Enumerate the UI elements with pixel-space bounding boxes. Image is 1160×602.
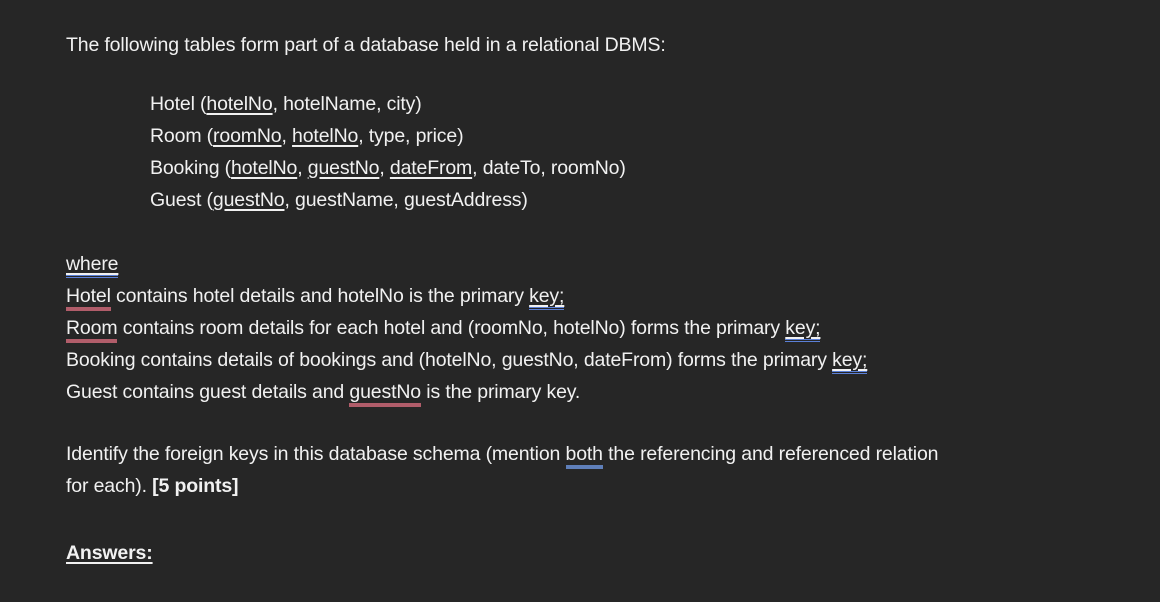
separator: , xyxy=(405,125,416,147)
intro-text: The following tables form part of a data… xyxy=(66,34,666,56)
attribute: hotelName xyxy=(283,93,377,115)
schema-hotel: Hotel (hotelNo, hotelName, city) xyxy=(150,92,422,116)
where-label: where xyxy=(66,252,119,278)
primary-key-attribute: hotelNo xyxy=(292,125,359,147)
where-line-text: Booking contains details of bookings and… xyxy=(66,349,833,371)
grammar-flag-key[interactable]: key; xyxy=(785,317,821,342)
relation-name: Hotel ( xyxy=(150,93,207,115)
question-line-1: Identify the foreign keys in this databa… xyxy=(66,442,939,469)
question-text: Identify the foreign keys in this databa… xyxy=(66,443,566,465)
attribute: guestName xyxy=(295,189,394,211)
schema-booking: Booking (hotelNo, guestNo, dateFrom, dat… xyxy=(150,156,626,180)
spelling-flag-hotel[interactable]: Hotel xyxy=(66,285,111,311)
answers-heading: Answers: xyxy=(66,541,153,565)
separator: , xyxy=(472,157,483,179)
separator: , xyxy=(281,125,293,147)
attribute: price xyxy=(415,125,458,147)
where-line-guest: Guest contains guest details and guestNo… xyxy=(66,380,581,407)
separator: , xyxy=(297,157,308,179)
question-text: for each). xyxy=(66,475,153,497)
separator: , xyxy=(272,93,284,115)
close-paren: ) xyxy=(521,189,528,211)
attribute: guestAddress xyxy=(403,189,522,211)
close-paren: ) xyxy=(619,157,626,179)
primary-key-attribute: roomNo xyxy=(213,125,282,147)
grammar-flag-both[interactable]: both xyxy=(565,443,603,469)
answers-label: Answers: xyxy=(66,542,153,564)
primary-key-attribute: guestNo xyxy=(212,189,285,211)
where-line-text: is the primary key. xyxy=(421,381,581,403)
separator: , xyxy=(540,157,551,179)
where-line-text: Guest contains guest details and xyxy=(66,381,350,403)
close-paren: ) xyxy=(457,125,464,147)
primary-key-attribute: hotelNo xyxy=(231,157,298,179)
primary-key-attribute: dateFrom xyxy=(389,157,473,179)
grammar-flag-key[interactable]: key; xyxy=(832,349,867,374)
where-line-room: Room contains room details for each hote… xyxy=(66,316,821,343)
where-line-booking: Booking contains details of bookings and… xyxy=(66,348,867,374)
document-page: The following tables form part of a data… xyxy=(0,0,1160,602)
schema-guest: Guest (guestNo, guestName, guestAddress) xyxy=(150,188,528,212)
separator: , xyxy=(284,189,296,211)
where-line-hotel: Hotel contains hotel details and hotelNo… xyxy=(66,284,564,311)
spelling-flag-guestno[interactable]: guestNo xyxy=(349,381,421,407)
attribute: city xyxy=(386,93,416,115)
question-text: the referencing and referenced relation xyxy=(602,443,939,465)
primary-key-attribute: guestNo xyxy=(307,157,380,179)
separator: , xyxy=(358,125,369,147)
where-line-text: contains hotel details and hotelNo is th… xyxy=(110,285,530,307)
relation-name: Booking ( xyxy=(150,157,232,179)
grammar-flag-key[interactable]: key; xyxy=(529,285,564,310)
attribute: dateTo xyxy=(482,157,541,179)
separator: , xyxy=(376,93,387,115)
relation-name: Guest ( xyxy=(150,189,213,211)
close-paren: ) xyxy=(415,93,422,115)
relation-name: Room ( xyxy=(150,125,214,147)
separator: , xyxy=(393,189,404,211)
points-label: [5 points] xyxy=(152,475,239,497)
separator: , xyxy=(379,157,390,179)
schema-room: Room (roomNo, hotelNo, type, price) xyxy=(150,124,464,148)
where-line-text: contains room details for each hotel and… xyxy=(117,317,786,339)
question-line-2: for each). [5 points] xyxy=(66,474,239,498)
spelling-flag-room[interactable]: Room xyxy=(66,317,118,343)
where-word[interactable]: where xyxy=(66,253,119,278)
attribute: type xyxy=(368,125,406,147)
primary-key-attribute: hotelNo xyxy=(206,93,273,115)
attribute: roomNo xyxy=(550,157,620,179)
